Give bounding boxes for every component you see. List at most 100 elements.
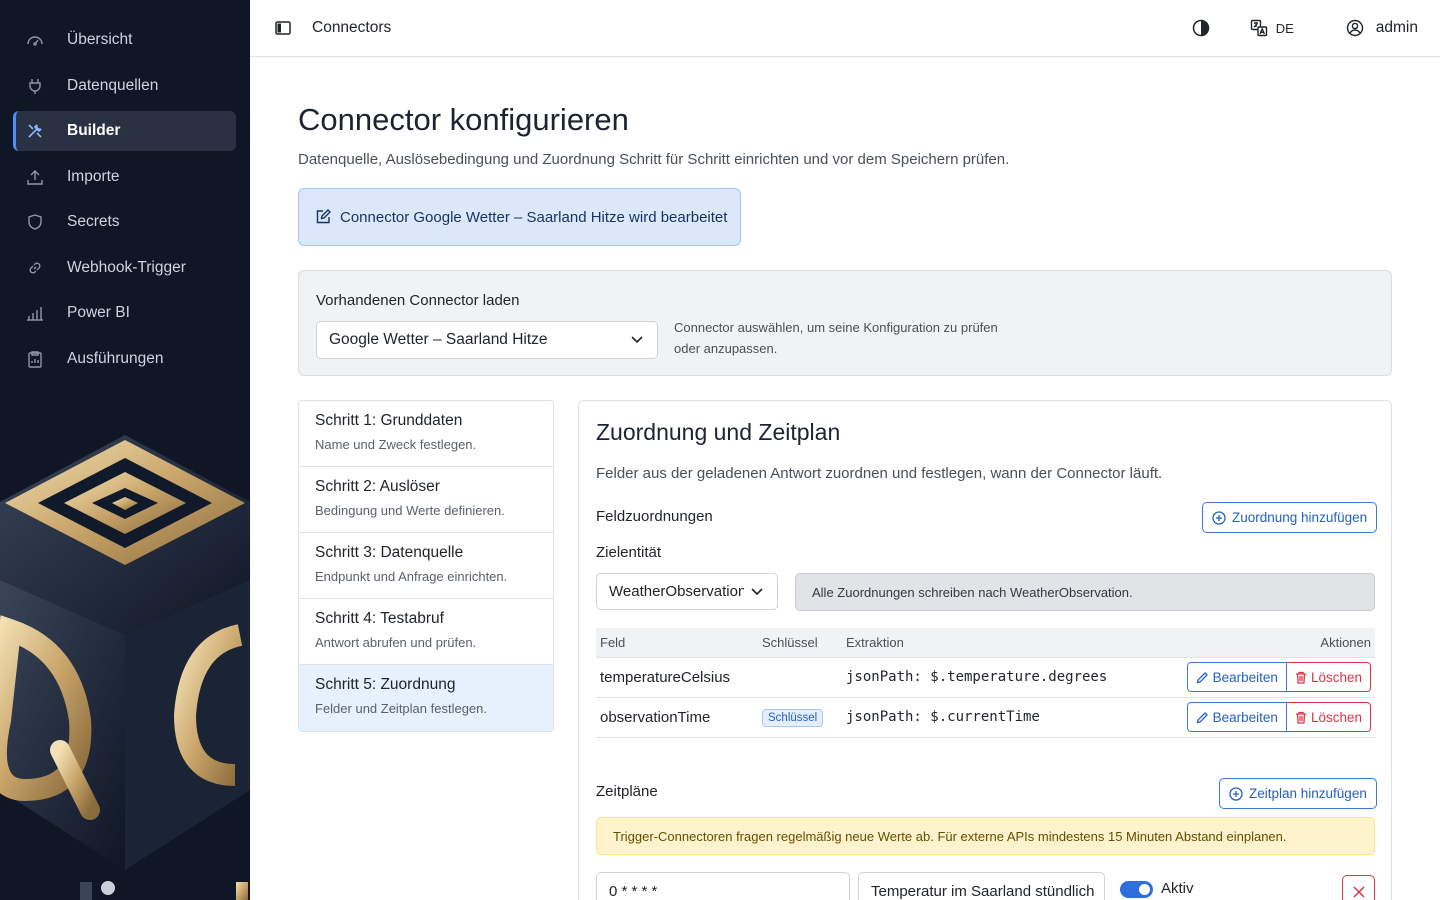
- sidebar-item-ausfuehrungen[interactable]: Ausführungen: [13, 339, 236, 379]
- step-desc: Name und Zweck festlegen.: [315, 437, 477, 452]
- user-circle-icon: [1346, 19, 1364, 37]
- sidebar: Übersicht Datenquellen Builder Importe S…: [0, 0, 250, 900]
- sidebar-item-webhook-trigger[interactable]: Webhook-Trigger: [13, 248, 236, 288]
- step-testabruf[interactable]: Schritt 4: Testabruf Antwort abrufen und…: [299, 599, 553, 665]
- field-mappings-label: Feldzuordnungen: [596, 508, 713, 525]
- close-icon: [1352, 885, 1365, 898]
- col-header-schluessel: Schlüssel: [758, 628, 842, 658]
- step-desc: Felder und Zeitplan festlegen.: [315, 701, 487, 716]
- load-connector-card: Vorhandenen Connector laden Google Wette…: [298, 270, 1392, 376]
- edit-icon: [316, 209, 331, 224]
- language-label: DE: [1275, 20, 1294, 36]
- load-connector-label: Vorhandenen Connector laden: [316, 292, 520, 309]
- delete-label: Löschen: [1310, 709, 1362, 725]
- target-entity-value: WeatherObservation: [609, 583, 744, 600]
- mapping-schedule-card: Zuordnung und Zeitplan Felder aus der ge…: [578, 400, 1392, 900]
- table-row: observationTime Schlüssel jsonPath: $.cu…: [596, 697, 1375, 738]
- pencil-icon: [1196, 671, 1208, 683]
- step-title: Schritt 4: Testabruf: [315, 610, 444, 627]
- cell-extraction: jsonPath: $.temperature.degrees: [842, 657, 1182, 698]
- gauge-icon: [25, 30, 45, 50]
- sidebar-item-builder[interactable]: Builder: [13, 111, 236, 151]
- bar-chart-icon: [25, 303, 45, 323]
- sidebar-item-power-bi[interactable]: Power BI: [13, 293, 236, 333]
- edit-button[interactable]: Bearbeiten: [1186, 702, 1287, 732]
- edit-label: Bearbeiten: [1212, 669, 1278, 685]
- cell-actions: Bearbeiten Löschen: [1182, 657, 1375, 698]
- step-zuordnung[interactable]: Schritt 5: Zuordnung Felder und Zeitplan…: [299, 665, 553, 731]
- sidebar-item-secrets[interactable]: Secrets: [13, 202, 236, 242]
- sidebar-item-label: Übersicht: [67, 31, 133, 48]
- col-header-extraktion: Extraktion: [842, 628, 1182, 658]
- plus-circle-icon: [1229, 786, 1243, 801]
- edit-banner-text: Connector Google Wetter – Saarland Hitze…: [340, 208, 728, 226]
- user-menu[interactable]: admin: [1334, 19, 1418, 37]
- page-subtitle: Datenquelle, Auslösebedingung und Zuordn…: [298, 151, 1010, 168]
- cell-field: temperatureCelsius: [596, 657, 758, 698]
- cell-extraction: jsonPath: $.currentTime: [842, 697, 1182, 738]
- sidebar-item-label: Ausführungen: [67, 349, 164, 367]
- trash-icon: [1295, 711, 1306, 724]
- user-name: admin: [1375, 19, 1418, 36]
- entity-info-box: Alle Zuordnungen schreiben nach WeatherO…: [795, 573, 1375, 611]
- edit-label: Bearbeiten: [1212, 709, 1278, 725]
- schedule-name-input[interactable]: Temperatur im Saarland stündlich: [858, 872, 1105, 900]
- sidebar-item-uebersicht[interactable]: Übersicht: [13, 20, 236, 60]
- header-actions: DE admin: [1192, 0, 1418, 56]
- cron-input[interactable]: 0 * * * *: [596, 872, 850, 900]
- clipboard-icon: [25, 349, 45, 369]
- step-desc: Antwort abrufen und prüfen.: [315, 635, 477, 650]
- sidebar-item-label: Webhook-Trigger: [67, 258, 186, 276]
- sidebar-item-label: Secrets: [67, 213, 120, 230]
- target-entity-label: Zielentität: [596, 544, 662, 561]
- cell-key: [758, 657, 842, 698]
- schedule-active-toggle[interactable]: [1120, 881, 1153, 898]
- target-entity-select[interactable]: WeatherObservation: [596, 573, 778, 610]
- trash-icon: [1295, 671, 1306, 684]
- sidebar-nav: Übersicht Datenquellen Builder Importe S…: [13, 20, 236, 384]
- plug-icon: [25, 76, 45, 96]
- sidebar-item-label: Importe: [67, 167, 120, 185]
- mapping-title: Zuordnung und Zeitplan: [596, 419, 841, 445]
- step-grunddaten[interactable]: Schritt 1: Grunddaten Name und Zweck fes…: [299, 401, 553, 467]
- step-title: Schritt 1: Grunddaten: [315, 412, 463, 429]
- tools-icon: [25, 121, 45, 141]
- chevron-down-icon: [631, 336, 643, 344]
- schedule-warning: Trigger-Connectoren fragen regelmäßig ne…: [596, 817, 1375, 855]
- top-header: Connectors DE admin: [250, 0, 1440, 57]
- load-connector-help: Connector auswählen, um seine Konfigurat…: [674, 320, 998, 356]
- step-desc: Bedingung und Werte definieren.: [315, 503, 505, 518]
- add-schedule-button[interactable]: Zeitplan hinzufügen: [1219, 778, 1377, 809]
- add-mapping-label: Zuordnung hinzufügen: [1232, 510, 1368, 525]
- table-row: temperatureCelsius jsonPath: $.temperatu…: [596, 657, 1375, 698]
- sidebar-item-label: Builder: [67, 122, 121, 139]
- step-datenquelle[interactable]: Schritt 3: Datenquelle Endpunkt und Anfr…: [299, 533, 553, 599]
- translate-icon: [1250, 19, 1268, 37]
- language-switcher[interactable]: DE: [1250, 19, 1294, 37]
- link-icon: [25, 258, 45, 278]
- chevron-down-icon: [751, 587, 763, 595]
- col-header-aktionen: Aktionen: [1182, 628, 1375, 658]
- cell-field: observationTime: [596, 697, 758, 738]
- connector-select[interactable]: Google Wetter – Saarland Hitze: [316, 321, 658, 359]
- upload-icon: [25, 167, 45, 187]
- plus-circle-icon: [1212, 510, 1226, 525]
- step-title: Schritt 5: Zuordnung: [315, 676, 456, 693]
- delete-button[interactable]: Löschen: [1286, 662, 1371, 692]
- sidebar-toggle-icon[interactable]: [274, 19, 292, 37]
- step-desc: Endpunkt und Anfrage einrichten.: [315, 569, 508, 584]
- schedule-active-label: Aktiv: [1161, 880, 1194, 897]
- header-title: Connectors: [312, 19, 392, 36]
- sidebar-item-importe[interactable]: Importe: [13, 157, 236, 197]
- remove-schedule-button[interactable]: [1342, 875, 1375, 900]
- sidebar-item-datenquellen[interactable]: Datenquellen: [13, 66, 236, 106]
- table-header-row: Feld Schlüssel Extraktion Aktionen: [596, 628, 1375, 658]
- delete-button[interactable]: Löschen: [1286, 702, 1371, 732]
- edit-banner: Connector Google Wetter – Saarland Hitze…: [298, 188, 741, 246]
- step-ausloeser[interactable]: Schritt 2: Auslöser Bedingung und Werte …: [299, 467, 553, 533]
- pencil-icon: [1196, 711, 1208, 723]
- add-mapping-button[interactable]: Zuordnung hinzufügen: [1202, 502, 1378, 533]
- page-title: Connector konfigurieren: [298, 102, 629, 137]
- edit-button[interactable]: Bearbeiten: [1186, 662, 1287, 692]
- theme-toggle-icon[interactable]: [1192, 19, 1210, 37]
